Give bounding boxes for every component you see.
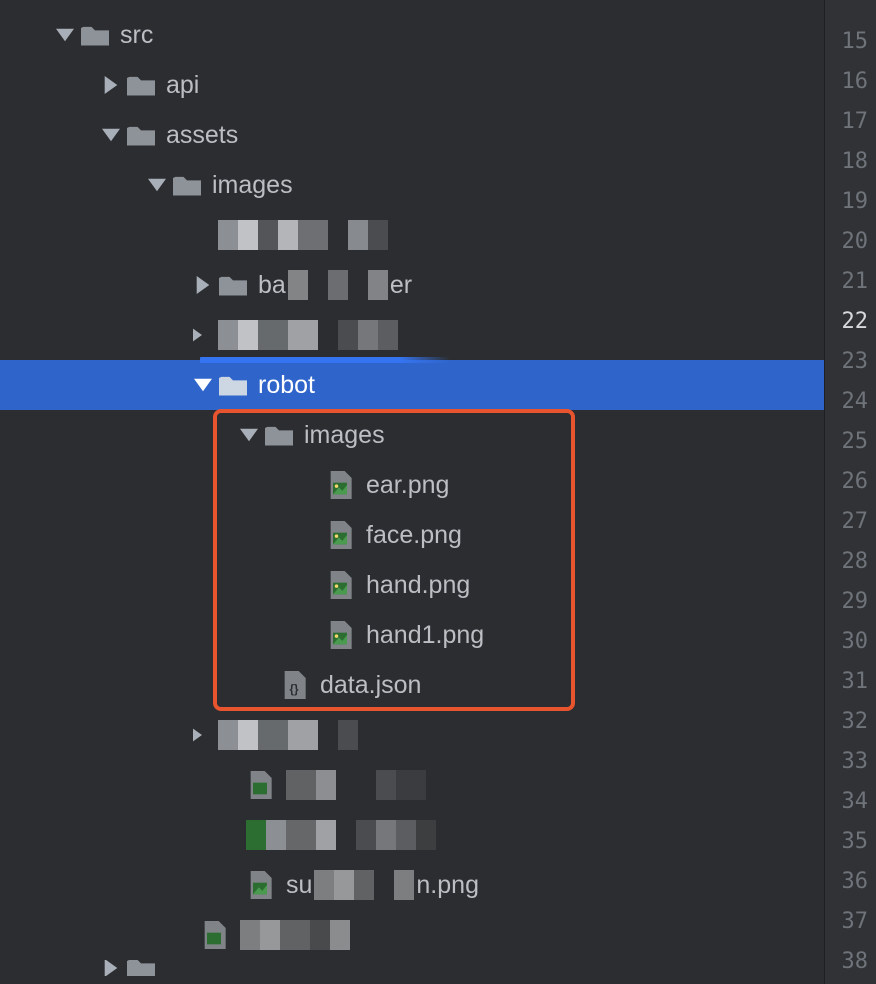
folder-icon <box>126 72 156 98</box>
tree-row-obscured[interactable] <box>0 810 824 860</box>
line-number[interactable]: 36 <box>825 862 876 902</box>
folder-icon <box>80 22 110 48</box>
chevron-down-icon[interactable] <box>96 128 126 142</box>
line-number[interactable]: 33 <box>825 742 876 782</box>
folder-icon <box>172 172 202 198</box>
svg-text:{}: {} <box>289 683 299 696</box>
folder-icon <box>126 960 156 976</box>
line-number[interactable]: 17 <box>825 102 876 142</box>
line-number[interactable]: 16 <box>825 62 876 102</box>
line-number[interactable]: 29 <box>825 582 876 622</box>
tree-row-obscured-su-png[interactable]: su n.png <box>0 860 824 910</box>
tree-label-prefix: su <box>286 871 312 900</box>
tree-row-face[interactable]: face.png <box>0 510 824 560</box>
line-number[interactable]: 19 <box>825 182 876 222</box>
tree-label-suffix: n.png <box>416 871 479 900</box>
line-number[interactable]: 21 <box>825 262 876 302</box>
tree-row-src[interactable]: src <box>0 10 824 60</box>
tree-label-face: face.png <box>366 521 462 550</box>
tree-row-ear[interactable]: ear.png <box>0 460 824 510</box>
image-file-icon <box>326 571 354 599</box>
image-file-icon <box>200 921 228 949</box>
chevron-down-icon[interactable] <box>50 28 80 42</box>
folder-icon <box>126 122 156 148</box>
line-number[interactable]: 31 <box>825 662 876 702</box>
editor-gutter: 1516171819202122232425262728293031323334… <box>824 0 876 984</box>
image-file-icon <box>246 871 274 899</box>
folder-icon <box>264 422 294 448</box>
tree-row-obscured[interactable] <box>0 760 824 810</box>
tree-row-obscured[interactable] <box>0 310 824 360</box>
line-number[interactable]: 32 <box>825 702 876 742</box>
image-file-icon <box>326 521 354 549</box>
line-number[interactable]: 35 <box>825 822 876 862</box>
line-number[interactable]: 28 <box>825 542 876 582</box>
tree-label-robot: robot <box>258 371 315 400</box>
chevron-down-icon[interactable] <box>188 378 218 392</box>
line-number[interactable]: 23 <box>825 342 876 382</box>
tree-row-hand[interactable]: hand.png <box>0 560 824 610</box>
tree-row-hand1[interactable]: hand1.png <box>0 610 824 660</box>
tree-label-src: src <box>120 21 153 50</box>
tree-label-ear: ear.png <box>366 471 449 500</box>
tree-row-obscured-banner[interactable]: ba er <box>0 260 824 310</box>
tree-label-robot-images: images <box>304 421 385 450</box>
line-number[interactable]: 22 <box>825 302 876 342</box>
line-number[interactable]: 24 <box>825 382 876 422</box>
image-file-icon <box>326 471 354 499</box>
tree-label-data-json: data.json <box>320 671 421 700</box>
folder-icon <box>218 272 248 298</box>
line-number[interactable]: 20 <box>825 222 876 262</box>
tree-row-data-json[interactable]: {} data.json <box>0 660 824 710</box>
line-number[interactable]: 25 <box>825 422 876 462</box>
tree-row-obscured[interactable] <box>0 710 824 760</box>
tree-row-obscured[interactable] <box>0 210 824 260</box>
tree-label-assets: assets <box>166 121 238 150</box>
tree-row-partial-bottom[interactable] <box>0 960 824 976</box>
line-number[interactable]: 27 <box>825 502 876 542</box>
line-number[interactable]: 18 <box>825 142 876 182</box>
line-number[interactable]: 15 <box>825 22 876 62</box>
tree-row-obscured[interactable] <box>0 910 824 960</box>
tree-row-images[interactable]: images <box>0 160 824 210</box>
image-file-icon <box>326 621 354 649</box>
file-tree-panel: src api assets images <box>0 0 824 984</box>
tree-label-suffix: er <box>390 271 412 300</box>
tree-row-robot-images[interactable]: images <box>0 410 824 460</box>
image-file-icon <box>246 771 274 799</box>
line-number[interactable]: 38 <box>825 942 876 982</box>
tree-row-robot[interactable]: robot <box>0 360 824 410</box>
json-file-icon: {} <box>280 671 308 699</box>
line-number[interactable]: 30 <box>825 622 876 662</box>
chevron-down-icon[interactable] <box>234 428 264 442</box>
tree-label-hand1: hand1.png <box>366 621 484 650</box>
line-number[interactable]: 26 <box>825 462 876 502</box>
tree-label-hand: hand.png <box>366 571 470 600</box>
chevron-right-icon[interactable] <box>96 76 126 94</box>
tree-label-prefix: ba <box>258 271 286 300</box>
chevron-down-icon[interactable] <box>142 178 172 192</box>
tree-row-api[interactable]: api <box>0 60 824 110</box>
chevron-right-icon[interactable] <box>188 276 218 294</box>
chevron-right-icon[interactable] <box>96 960 126 976</box>
line-number[interactable]: 37 <box>825 902 876 942</box>
tree-row-partial-top[interactable] <box>0 0 824 10</box>
tree-row-assets[interactable]: assets <box>0 110 824 160</box>
line-number[interactable]: 34 <box>825 782 876 822</box>
tree-label-images: images <box>212 171 293 200</box>
folder-icon <box>218 372 248 398</box>
tree-label-api: api <box>166 71 199 100</box>
